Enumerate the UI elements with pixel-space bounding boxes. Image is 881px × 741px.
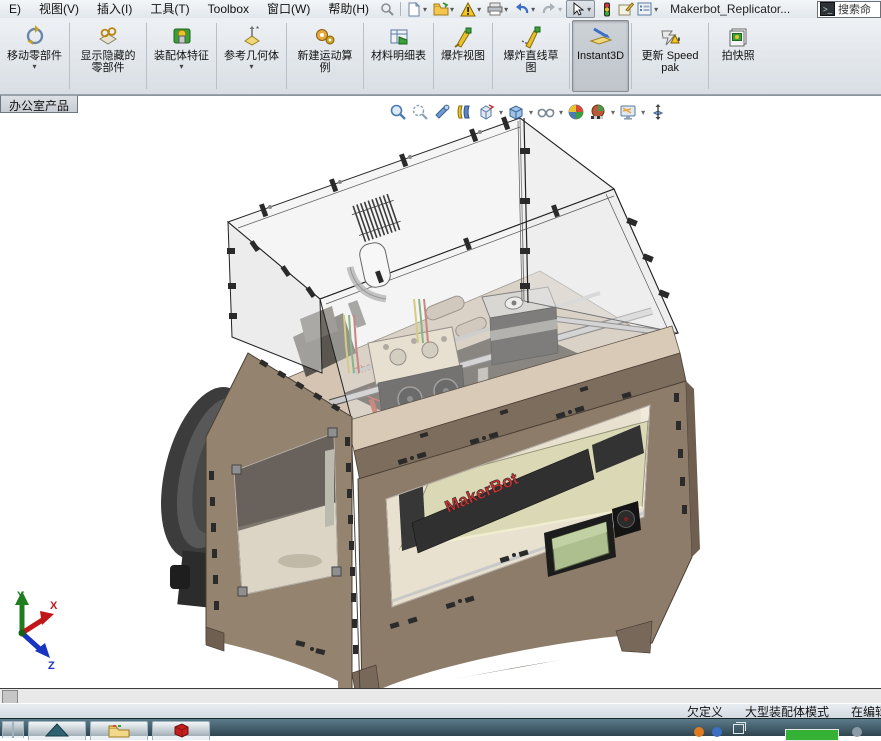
- command-manager-ribbon: 移动零部件 ▾ 显示隐藏的零部件 装配体特征 ▾ * 参考几何体 ▾ 新建运动算…: [0, 18, 881, 95]
- dropdown-caret[interactable]: ▾: [559, 108, 563, 117]
- show-hidden-components-button[interactable]: 显示隐藏的零部件: [72, 20, 144, 92]
- tab-office-products[interactable]: 办公室产品: [0, 95, 78, 113]
- exploded-view-icon: [451, 24, 475, 50]
- quick-launch-strip[interactable]: [2, 721, 13, 738]
- search-command-icon: >_: [820, 2, 835, 16]
- display-style-icon[interactable]: [506, 102, 526, 122]
- exploded-view-button[interactable]: 爆炸视图: [436, 20, 490, 92]
- previous-view-icon[interactable]: [432, 102, 452, 122]
- menu-view[interactable]: 视图(V): [30, 0, 88, 18]
- instant3d-button[interactable]: Instant3D: [572, 20, 629, 92]
- dropdown-caret[interactable]: ▾: [499, 108, 503, 117]
- view-orientation-icon[interactable]: [476, 102, 496, 122]
- status-bar: 欠定义 大型装配体模式 在编辑: [0, 703, 881, 718]
- toolbar-separator: [400, 2, 401, 16]
- taskbar-app-explorer[interactable]: [90, 721, 148, 740]
- triad-x-label: X: [50, 600, 58, 612]
- options-list-icon[interactable]: [636, 1, 653, 17]
- update-speedpak-button[interactable]: 更新 Speedpak: [634, 20, 706, 92]
- menu-edit-partial[interactable]: E): [0, 0, 30, 18]
- menu-help[interactable]: 帮助(H): [319, 0, 378, 18]
- redo-icon: [540, 1, 557, 17]
- assembly-features-icon: [170, 24, 194, 50]
- bill-of-materials-icon: [387, 24, 411, 50]
- dropdown-caret[interactable]: ▾: [32, 63, 36, 71]
- quick-launch-strip[interactable]: [13, 721, 24, 738]
- take-snapshot-icon: [726, 24, 750, 50]
- window-title: Makerbot_Replicator...: [670, 2, 790, 16]
- select-arrow-icon[interactable]: [569, 1, 586, 17]
- move-component-button[interactable]: 移动零部件 ▾: [2, 20, 67, 92]
- taskbar-app-solidworks[interactable]: [28, 721, 86, 740]
- new-motion-study-button[interactable]: 新建运动算例: [289, 20, 361, 92]
- dropdown-caret[interactable]: ▾: [611, 108, 615, 117]
- tray-restore-icon[interactable]: [733, 724, 744, 734]
- edit-appearance-icon[interactable]: [617, 1, 634, 17]
- assembly-features-button[interactable]: 装配体特征 ▾: [149, 20, 214, 92]
- dropdown-caret[interactable]: ▾: [529, 108, 533, 117]
- command-search-box[interactable]: >_ 搜索命: [817, 1, 881, 18]
- new-document-icon[interactable]: [405, 1, 422, 17]
- dropdown-caret[interactable]: ▾: [179, 63, 183, 71]
- scrollbar-button[interactable]: [2, 690, 18, 704]
- search-command-text: 搜索命: [838, 1, 871, 17]
- show-hidden-components-icon: [96, 24, 120, 50]
- section-view-icon[interactable]: [454, 102, 474, 122]
- windows-taskbar: [0, 718, 881, 736]
- svg-text:*: *: [256, 25, 259, 34]
- view-settings-icon[interactable]: [618, 102, 638, 122]
- triad-y-label: Y: [17, 590, 25, 602]
- explode-line-sketch-icon: [519, 24, 543, 50]
- reference-geometry-button[interactable]: * 参考几何体 ▾: [219, 20, 284, 92]
- print-icon[interactable]: [486, 1, 503, 17]
- edit-appearance-sphere-icon[interactable]: [566, 102, 586, 122]
- graphics-viewport[interactable]: ▾ ▾ ▾ ▾ ▾: [0, 95, 881, 688]
- traffic-light-icon[interactable]: [598, 1, 615, 17]
- zoom-to-fit-icon[interactable]: [388, 102, 408, 122]
- titlebar: E) 视图(V) 插入(I) 工具(T) Toolbox 窗口(W) 帮助(H)…: [0, 0, 881, 19]
- move-component-icon: [23, 24, 47, 50]
- undo-icon[interactable]: [513, 1, 530, 17]
- horizontal-scrollbar[interactable]: [0, 688, 881, 703]
- zoom-to-area-icon[interactable]: [410, 102, 430, 122]
- hide-show-items-icon[interactable]: [536, 102, 556, 122]
- status-under-defined: 欠定义: [687, 703, 723, 718]
- reference-geometry-icon: *: [240, 24, 264, 50]
- update-speedpak-icon: [658, 24, 682, 50]
- model-canvas[interactable]: The Repl: [0, 96, 881, 689]
- status-large-assembly-mode: 大型装配体模式: [745, 703, 829, 718]
- triad-z-label: Z: [48, 660, 55, 672]
- menu-insert[interactable]: 插入(I): [88, 0, 141, 18]
- menu-toolbox[interactable]: Toolbox: [199, 0, 258, 18]
- bill-of-materials-button[interactable]: 材料明细表: [366, 20, 431, 92]
- menu-window[interactable]: 窗口(W): [258, 0, 319, 18]
- menu-tools[interactable]: 工具(T): [141, 0, 198, 18]
- open-icon[interactable]: [432, 1, 449, 17]
- status-editing: 在编辑: [851, 703, 881, 718]
- instant3d-icon: [588, 24, 614, 50]
- 3d-drawing-view-icon[interactable]: [648, 102, 668, 122]
- orientation-triad: Y X Z: [15, 590, 58, 672]
- taskbar-app-red[interactable]: [152, 721, 210, 740]
- apply-scene-icon[interactable]: [588, 102, 608, 122]
- dropdown-caret[interactable]: ▾: [249, 63, 253, 71]
- take-snapshot-button[interactable]: 拍快照: [711, 20, 765, 92]
- heads-up-view-toolbar: ▾ ▾ ▾ ▾ ▾: [388, 100, 668, 124]
- explode-line-sketch-button[interactable]: 爆炸直线草图: [495, 20, 567, 92]
- new-motion-study-icon: [313, 24, 337, 50]
- tray-green-indicator[interactable]: [785, 729, 839, 741]
- dropdown-caret[interactable]: ▾: [641, 108, 645, 117]
- search-icon[interactable]: [379, 1, 396, 17]
- rebuild-warning-icon[interactable]: [459, 1, 476, 17]
